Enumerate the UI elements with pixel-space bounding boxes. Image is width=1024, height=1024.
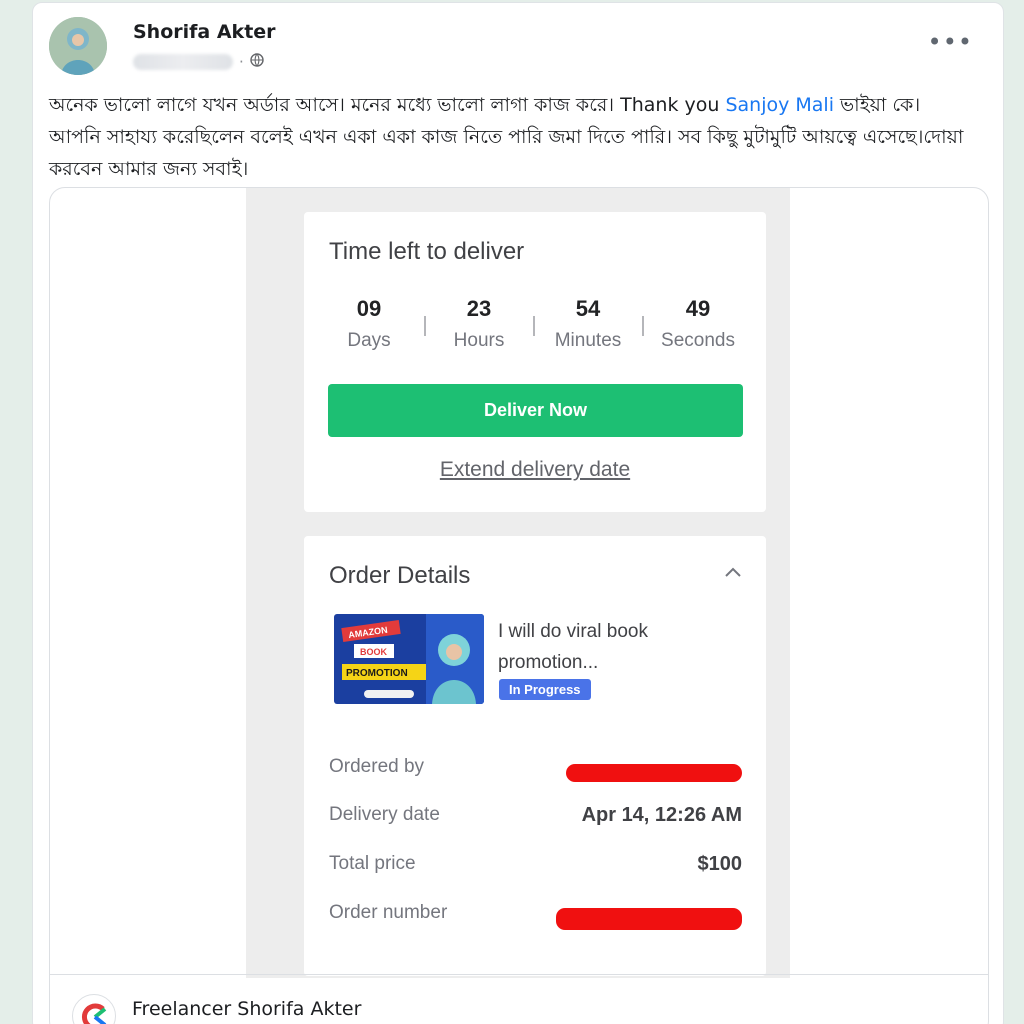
delivery-card: Time left to deliver 09 Days 23 Hours 54… xyxy=(304,212,766,512)
delivery-date-label: Delivery date xyxy=(329,804,440,825)
shared-page-name[interactable]: Freelancer Shorifa Akter xyxy=(132,998,361,1020)
gig-thumbnail[interactable]: AMAZON BOOK PROMOTION xyxy=(334,614,484,704)
globe-icon[interactable] xyxy=(250,53,264,71)
post-header: Shorifa Akter · ••• xyxy=(49,17,987,79)
deliver-now-button[interactable]: Deliver Now xyxy=(328,384,743,437)
meta-dot: · xyxy=(239,53,244,71)
extend-delivery-link[interactable]: Extend delivery date xyxy=(304,458,766,482)
countdown-minutes: 54 Minutes xyxy=(533,296,643,352)
days-label: Days xyxy=(347,330,391,351)
more-icon[interactable]: ••• xyxy=(928,30,973,54)
delivery-title: Time left to deliver xyxy=(329,238,525,265)
mention-link[interactable]: Sanjoy Mali xyxy=(725,94,834,116)
screenshot-image: Time left to deliver 09 Days 23 Hours 54… xyxy=(246,188,790,978)
frame-divider xyxy=(50,974,988,975)
minutes-label: Minutes xyxy=(554,330,622,351)
order-details-card: Order Details AMAZON BOOK PROMOTION I wi… xyxy=(304,536,766,976)
order-row-order-number: Order number xyxy=(329,902,742,932)
post-text: অনেক ভালো লাগে যখন অর্ডার আসে। মনের মধ্য… xyxy=(49,89,969,185)
seconds-value: 49 xyxy=(685,296,711,321)
total-price-label: Total price xyxy=(329,853,416,874)
delivery-date-value: Apr 14, 12:26 AM xyxy=(581,804,742,826)
author-avatar[interactable] xyxy=(49,17,107,75)
post-meta: · xyxy=(133,53,264,71)
page-logo[interactable] xyxy=(72,994,116,1024)
hours-value: 23 xyxy=(466,296,492,321)
countdown-seconds: 49 Seconds xyxy=(643,296,753,352)
gig-title[interactable]: I will do viral book promotion... xyxy=(498,616,738,678)
shared-page-footer[interactable]: Freelancer Shorifa Akter xyxy=(72,994,361,1024)
hours-label: Hours xyxy=(453,330,505,351)
thumb-text-3: PROMOTION xyxy=(346,668,408,679)
order-row-total-price: Total price $100 xyxy=(329,853,742,883)
facebook-post: Shorifa Akter · ••• অনেক ভালো লাগে যখন অ… xyxy=(32,2,1004,1024)
shared-image-frame[interactable]: Time left to deliver 09 Days 23 Hours 54… xyxy=(49,187,989,1024)
order-row-delivery-date: Delivery date Apr 14, 12:26 AM xyxy=(329,804,742,834)
order-number-label: Order number xyxy=(329,902,448,923)
post-text-part-1: অনেক ভালো লাগে যখন অর্ডার আসে। মনের মধ্য… xyxy=(49,94,726,116)
post-date-blurred xyxy=(133,54,233,70)
seconds-label: Seconds xyxy=(661,330,735,351)
order-details-title: Order Details xyxy=(329,562,471,589)
order-row-ordered-by: Ordered by xyxy=(329,756,742,786)
countdown-hours: 23 Hours xyxy=(424,296,534,352)
countdown-days: 09 Days xyxy=(314,296,424,352)
total-price-value: $100 xyxy=(697,853,743,875)
redacted-order-number xyxy=(556,908,742,930)
ordered-by-label: Ordered by xyxy=(329,756,425,777)
thumb-text-2: BOOK xyxy=(360,647,388,657)
chevron-up-icon[interactable] xyxy=(722,562,744,584)
minutes-value: 54 xyxy=(575,296,601,321)
days-value: 09 xyxy=(356,296,382,321)
author-name[interactable]: Shorifa Akter xyxy=(133,21,276,43)
redacted-buyer-name xyxy=(566,764,742,782)
status-badge: In Progress xyxy=(499,679,591,700)
